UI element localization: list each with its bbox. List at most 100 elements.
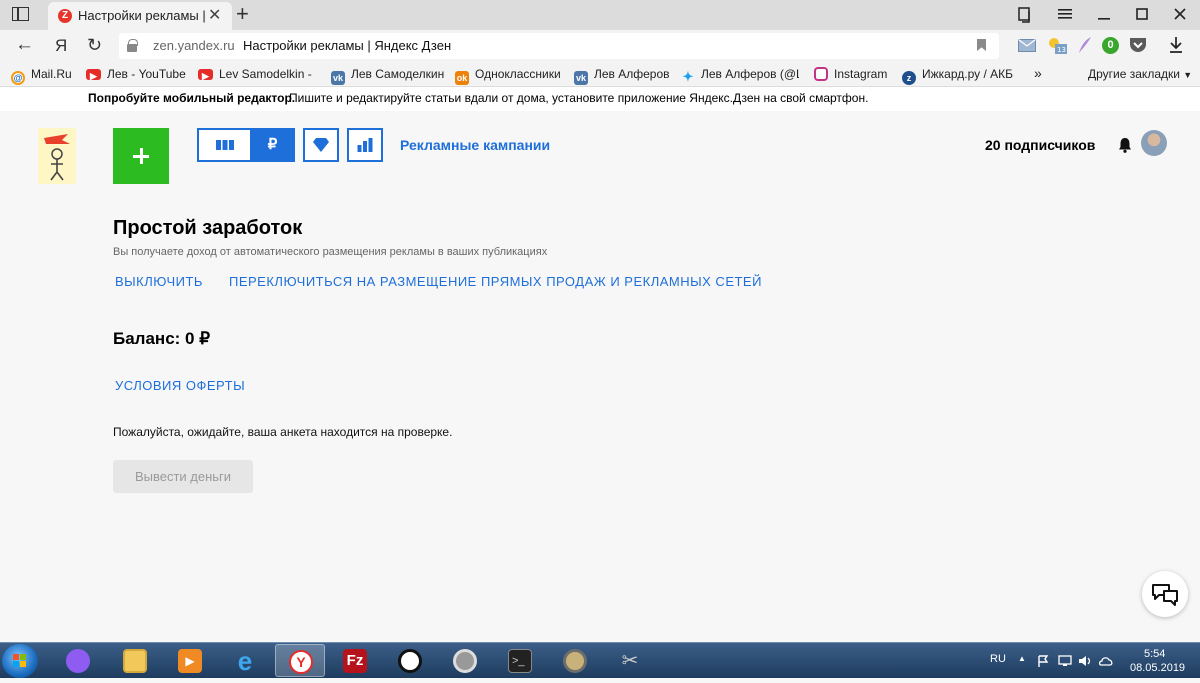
- cloud-sync-icon[interactable]: [1099, 655, 1113, 667]
- tab-title: Настройки рекламы | Я: [78, 8, 210, 23]
- instagram-icon: [814, 67, 828, 81]
- close-window-icon[interactable]: [1174, 8, 1186, 20]
- scissors-icon: ✂: [621, 650, 639, 672]
- taskbar-video-app[interactable]: ▶: [165, 644, 215, 677]
- weather-icon[interactable]: 13: [1046, 35, 1068, 55]
- youtube-icon: ▶: [198, 69, 213, 81]
- bookmark-label: Лев Алферов (@Le: [701, 67, 799, 81]
- ok-icon: ok: [455, 71, 469, 85]
- bookmark-icon[interactable]: [977, 39, 986, 51]
- tab-manager-icon[interactable]: [1017, 7, 1033, 23]
- pocket-icon[interactable]: [1129, 37, 1147, 53]
- bookmark-label: Лев - YouTube: [107, 67, 186, 81]
- internet-explorer-icon: e: [237, 646, 253, 676]
- download-icon[interactable]: [1169, 36, 1183, 54]
- twitter-icon: ✦: [682, 69, 694, 84]
- bookmark-twitter-alferov[interactable]: ✦ Лев Алферов (@Le: [681, 67, 799, 84]
- bookmark-youtube-samodelkin[interactable]: ▶ Lev Samodelkin - Y: [198, 67, 314, 81]
- taskbar-ie[interactable]: e: [220, 644, 270, 677]
- chevron-down-icon: ▼: [1183, 70, 1193, 80]
- network-icon[interactable]: [1058, 655, 1072, 667]
- channel-logo[interactable]: [38, 128, 76, 184]
- back-arrow-icon[interactable]: ←: [15, 34, 34, 56]
- minimize-icon[interactable]: [1098, 8, 1110, 20]
- bookmark-vk-alferov[interactable]: vk Лев Алферов: [574, 67, 670, 85]
- bookmark-label: Ижкард.ру / АКБ: [922, 67, 1013, 81]
- subscribers-count[interactable]: 20 подписчиков: [985, 137, 1095, 153]
- offer-terms-link[interactable]: УСЛОВИЯ ОФЕРТЫ: [115, 378, 245, 393]
- taskbar-filezilla[interactable]: Fz: [330, 644, 380, 677]
- other-bookmarks-label: Другие закладки: [1088, 67, 1180, 81]
- yandex-browser-icon: Y: [289, 650, 313, 674]
- windows-logo-icon: [13, 654, 26, 667]
- bookmark-izhcard[interactable]: z Ижкард.ру / АКБ: [902, 67, 1018, 85]
- vk-icon: vk: [574, 71, 588, 85]
- mail-icon[interactable]: [1018, 39, 1036, 52]
- clock-time[interactable]: 5:54: [1144, 648, 1165, 660]
- bookmark-mailru[interactable]: @ Mail.Ru: [11, 67, 72, 85]
- url-page-title: Настройки рекламы | Яндекс Дзен: [243, 38, 452, 53]
- bookmarks-overflow-icon[interactable]: »: [1034, 65, 1042, 81]
- browser-tab[interactable]: Z Настройки рекламы | Я ✕: [48, 2, 232, 30]
- page-description: Вы получаете доход от автоматического ра…: [113, 246, 548, 258]
- new-tab-icon[interactable]: +: [236, 1, 249, 27]
- filezilla-icon: Fz: [343, 649, 367, 673]
- tray-expand-icon[interactable]: ▲: [1018, 654, 1026, 663]
- other-bookmarks[interactable]: Другие закладки ▼: [1088, 67, 1192, 81]
- extension-counter-badge[interactable]: 0: [1102, 37, 1119, 54]
- disable-link[interactable]: ВЫКЛЮЧИТЬ: [115, 274, 203, 289]
- notification-bell-icon[interactable]: [1118, 137, 1132, 153]
- taskbar-alice[interactable]: [53, 644, 103, 677]
- bookmark-label: Lev Samodelkin - Y: [219, 67, 314, 81]
- withdraw-button[interactable]: Вывести деньги: [113, 460, 253, 493]
- tab-close-icon[interactable]: ✕: [208, 5, 221, 25]
- menu-icon[interactable]: [1058, 8, 1072, 20]
- page-title: Простой заработок: [113, 217, 303, 239]
- lock-icon: [127, 39, 138, 52]
- taskbar-yandex-browser[interactable]: Y: [275, 644, 325, 677]
- address-toolbar: ← Я ↻ zen.yandex.ru Настройки рекламы | …: [0, 30, 1200, 62]
- ad-campaigns-link[interactable]: Рекламные кампании: [400, 137, 550, 153]
- taskbar-snipping[interactable]: ✂: [605, 644, 655, 677]
- bookmark-instagram[interactable]: Instagram: [814, 67, 887, 81]
- panda-icon: [398, 649, 422, 673]
- user-avatar[interactable]: [1141, 130, 1167, 156]
- film-reel-icon: [453, 649, 477, 673]
- sidebar-toggle-icon[interactable]: [12, 7, 29, 21]
- support-chat-button[interactable]: [1142, 571, 1188, 617]
- maximize-icon[interactable]: [1136, 8, 1148, 20]
- action-center-flag-icon[interactable]: [1038, 655, 1050, 668]
- volume-icon[interactable]: [1078, 655, 1092, 667]
- windows-taskbar: ▶ e Y Fz >_ ✂ RU ▲ 5:54 08.05.2019: [0, 642, 1200, 678]
- add-publication-button[interactable]: [113, 128, 169, 184]
- bookmark-vk-samodelkin[interactable]: vk Лев Самоделкин: [331, 67, 444, 85]
- diamond-icon: [313, 138, 329, 152]
- taskbar-panda[interactable]: [385, 644, 435, 677]
- taskbar-terminal[interactable]: >_: [495, 644, 545, 677]
- grid-icon: [215, 140, 234, 150]
- url-field[interactable]: zen.yandex.ru Настройки рекламы | Яндекс…: [119, 33, 999, 59]
- tab-statistics[interactable]: [347, 128, 383, 162]
- bookmark-youtube-lev[interactable]: ▶ Лев - YouTube: [86, 67, 186, 81]
- tab-publications[interactable]: [197, 128, 252, 162]
- taskbar-webcam[interactable]: [550, 644, 600, 677]
- tab-monetization[interactable]: ₽: [250, 128, 295, 162]
- channel-logo-image: [44, 134, 70, 181]
- taskbar-explorer[interactable]: [110, 644, 160, 677]
- review-status-message: Пожалуйста, ожидайте, ваша анкета находи…: [113, 425, 453, 439]
- switch-mode-link[interactable]: ПЕРЕКЛЮЧИТЬСЯ НА РАЗМЕЩЕНИЕ ПРЯМЫХ ПРОДА…: [229, 274, 762, 289]
- clock-date[interactable]: 08.05.2019: [1130, 662, 1185, 674]
- feather-pen-icon[interactable]: [1077, 36, 1093, 54]
- izhcard-icon: z: [902, 71, 916, 85]
- language-indicator[interactable]: RU: [990, 653, 1006, 665]
- tab-promotion[interactable]: [303, 128, 339, 162]
- reload-icon[interactable]: ↻: [87, 35, 102, 56]
- taskbar-media[interactable]: [440, 644, 490, 677]
- bookmarks-bar: @ Mail.Ru ▶ Лев - YouTube ▶ Lev Samodelkin …: [0, 62, 1200, 87]
- start-button[interactable]: [2, 644, 38, 678]
- yandex-logo-icon[interactable]: Я: [55, 36, 67, 56]
- chat-bubbles-icon: [1152, 584, 1178, 606]
- bookmark-odnoklassniki[interactable]: ok Одноклассники: [455, 67, 561, 85]
- bar-chart-icon: [357, 138, 373, 152]
- page-content: ₽ Рекламные кампании 20 подписчиков Прос…: [0, 111, 1200, 642]
